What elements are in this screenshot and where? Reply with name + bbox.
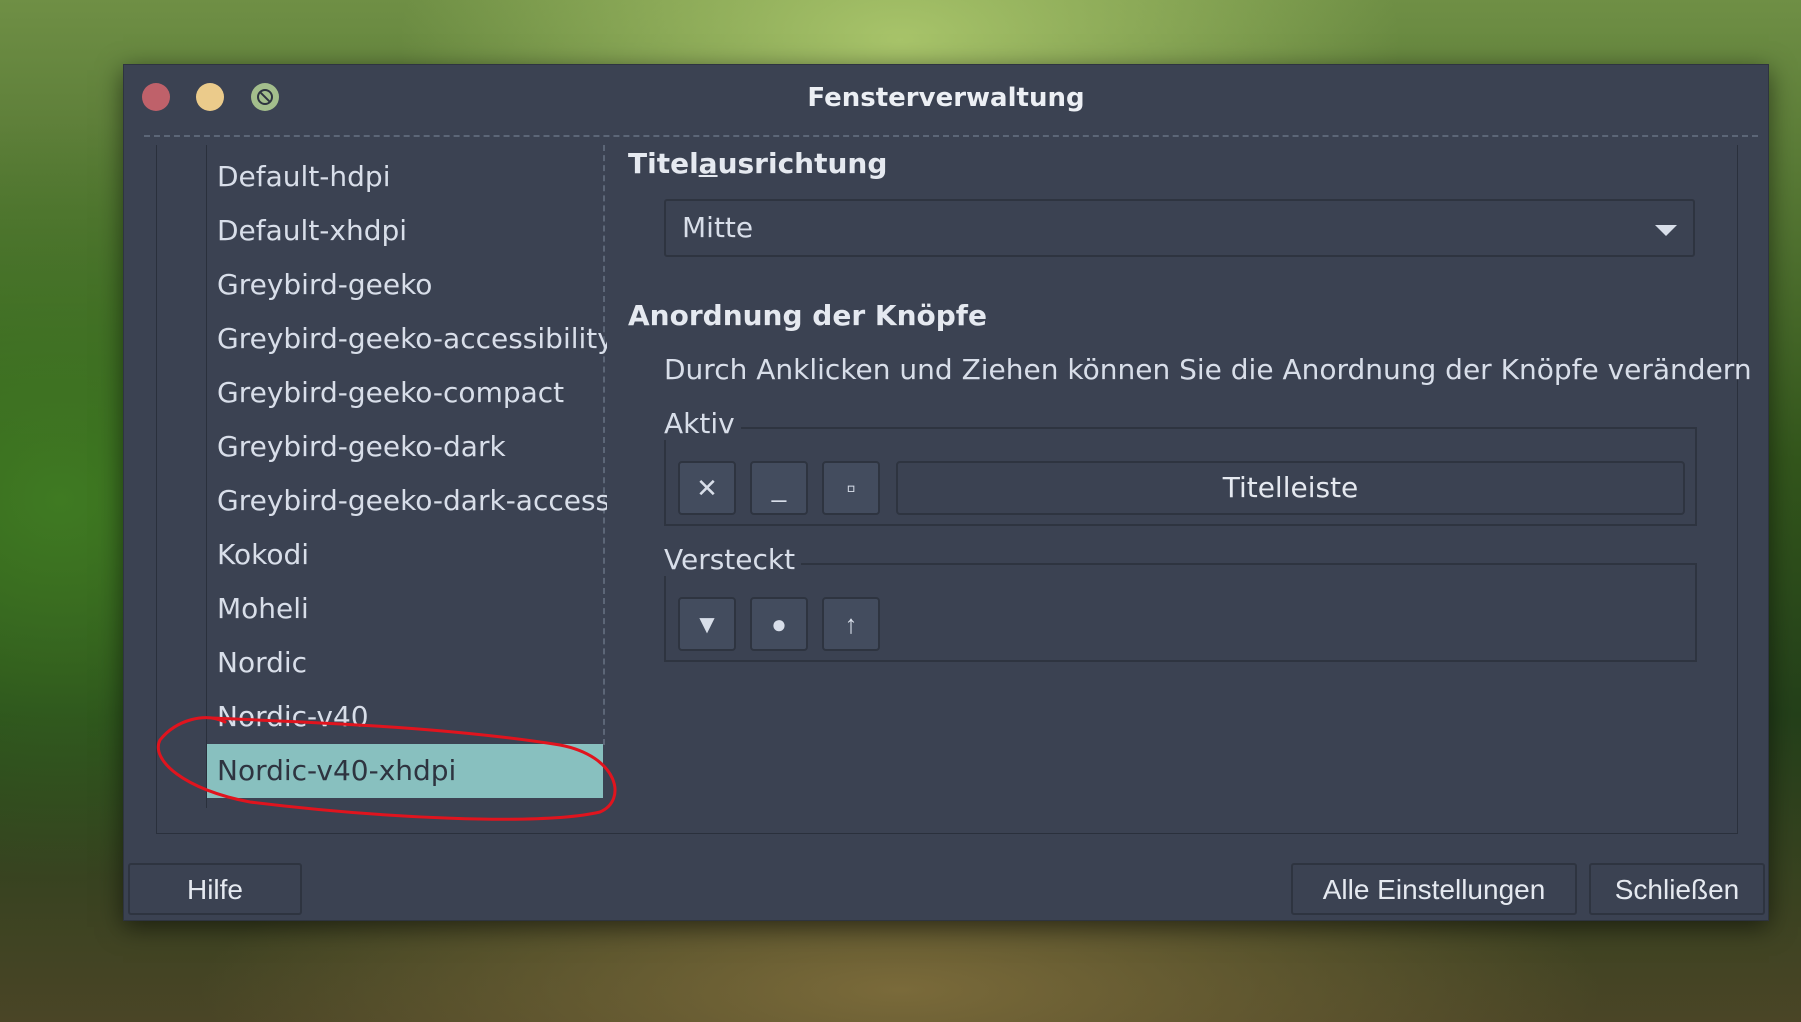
list-item[interactable]: Greybird-geeko-dark-accessibi — [207, 474, 607, 528]
list-item[interactable]: Greybird-geeko-accessibility — [207, 312, 607, 366]
all-settings-button[interactable]: Alle Einstellungen — [1291, 863, 1577, 915]
button-layout-hint: Durch Anklicken und Ziehen können Sie di… — [664, 353, 1752, 386]
list-item[interactable]: Greybird-geeko-compact — [207, 366, 603, 420]
dropdown-value: Mitte — [682, 211, 754, 244]
settings-window: Fensterverwaltung Default-hdpi Default-x… — [123, 64, 1769, 921]
mnemonic-letter: a — [698, 147, 718, 180]
title-bar[interactable]: Fensterverwaltung — [124, 65, 1768, 129]
heading-part: Titel — [628, 147, 699, 180]
theme-list[interactable]: Default-hdpi Default-xhdpi Greybird-geek… — [206, 145, 607, 808]
minimize-icon[interactable]: _ — [750, 461, 808, 515]
list-item[interactable]: Greybird-geeko — [207, 258, 603, 312]
window-title: Fensterverwaltung — [807, 83, 1085, 113]
hidden-buttons-group: ▼ ● ↑ — [664, 563, 1697, 662]
maximize-icon[interactable]: ▫ — [822, 461, 880, 515]
shade-icon[interactable]: ▼ — [678, 597, 736, 651]
hidden-group-label: Versteckt — [664, 543, 802, 576]
help-button[interactable]: Hilfe — [128, 863, 302, 915]
list-item[interactable]: Default-hdpi — [207, 150, 603, 204]
button-layout-heading: Anordnung der Knöpfe — [628, 299, 987, 332]
list-item[interactable]: Default-xhdpi — [207, 204, 603, 258]
above-icon[interactable]: ↑ — [822, 597, 880, 651]
title-alignment-heading: Titelausrichtung — [628, 147, 887, 180]
close-icon[interactable]: ✕ — [678, 461, 736, 515]
heading-part: usrichtung — [717, 147, 888, 180]
stick-icon[interactable]: ● — [750, 597, 808, 651]
list-item[interactable]: Nordic — [207, 636, 603, 690]
list-item-selected[interactable]: Nordic-v40-xhdpi — [207, 744, 603, 798]
list-item[interactable]: Nordic-v40 — [207, 690, 603, 744]
list-item[interactable]: Moheli — [207, 582, 603, 636]
header-separator — [144, 135, 1758, 137]
list-item[interactable]: Kokodi — [207, 528, 603, 582]
title-alignment-dropdown[interactable]: Mitte — [664, 199, 1695, 257]
list-item[interactable]: Greybird-geeko-dark — [207, 420, 603, 474]
titlebar-placeholder[interactable]: Titelleiste — [896, 461, 1685, 515]
chevron-down-icon — [1655, 225, 1677, 236]
active-buttons-group: ✕ _ ▫ Titelleiste — [664, 427, 1697, 526]
close-button[interactable]: Schließen — [1589, 863, 1765, 915]
active-group-label: Aktiv — [664, 407, 741, 440]
list-divider[interactable] — [603, 145, 605, 745]
